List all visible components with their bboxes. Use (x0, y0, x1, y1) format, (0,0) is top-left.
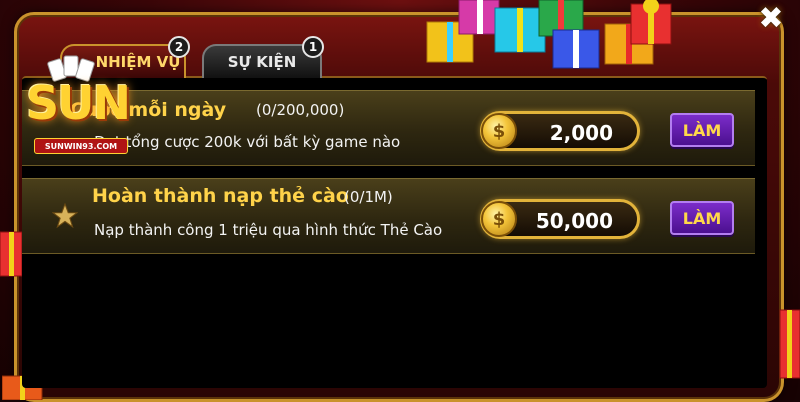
coin-icon: $ (481, 113, 517, 149)
tab-su-kien-label: SỰ KIỆN (227, 53, 297, 71)
gift-boxes-decoration (426, 0, 672, 69)
star-icon (52, 203, 78, 229)
coin-icon: $ (481, 201, 517, 237)
close-icon: ✖ (758, 0, 784, 36)
task-1-reward: $ 2,000 (480, 111, 640, 151)
task-2-reward: $ 50,000 (480, 199, 640, 239)
task-1-reward-value: 2,000 (549, 121, 613, 145)
task-2-description: Nạp thành công 1 triệu qua hình thức Thẻ… (94, 221, 443, 239)
logo-text: SUN (26, 76, 131, 130)
task-1-description: Đạt tổng cược 200k với bất kỳ game nào (94, 133, 401, 151)
task-1-lam-button[interactable]: LÀM (670, 113, 734, 147)
task-2-reward-value: 50,000 (535, 209, 613, 233)
sunwin-logo: SUN SUNWIN93.COM (12, 52, 132, 154)
gift-right-decoration (779, 309, 800, 379)
task-2-title: Hoàn thành nạp thẻ cào (92, 185, 349, 207)
logo-subtext: SUNWIN93.COM (34, 138, 128, 154)
task-row-2: Hoàn thành nạp thẻ cào (0/1M) Nạp thành … (22, 178, 755, 254)
tab-nhiem-vu-badge: 2 (168, 36, 190, 58)
task-2-lam-button[interactable]: LÀM (670, 201, 734, 235)
task-1-progress: (0/200,000) (256, 101, 345, 119)
task-2-progress: (0/1M) (344, 188, 393, 206)
tab-su-kien-badge: 1 (302, 36, 324, 58)
close-button[interactable]: ✖ (753, 0, 789, 36)
